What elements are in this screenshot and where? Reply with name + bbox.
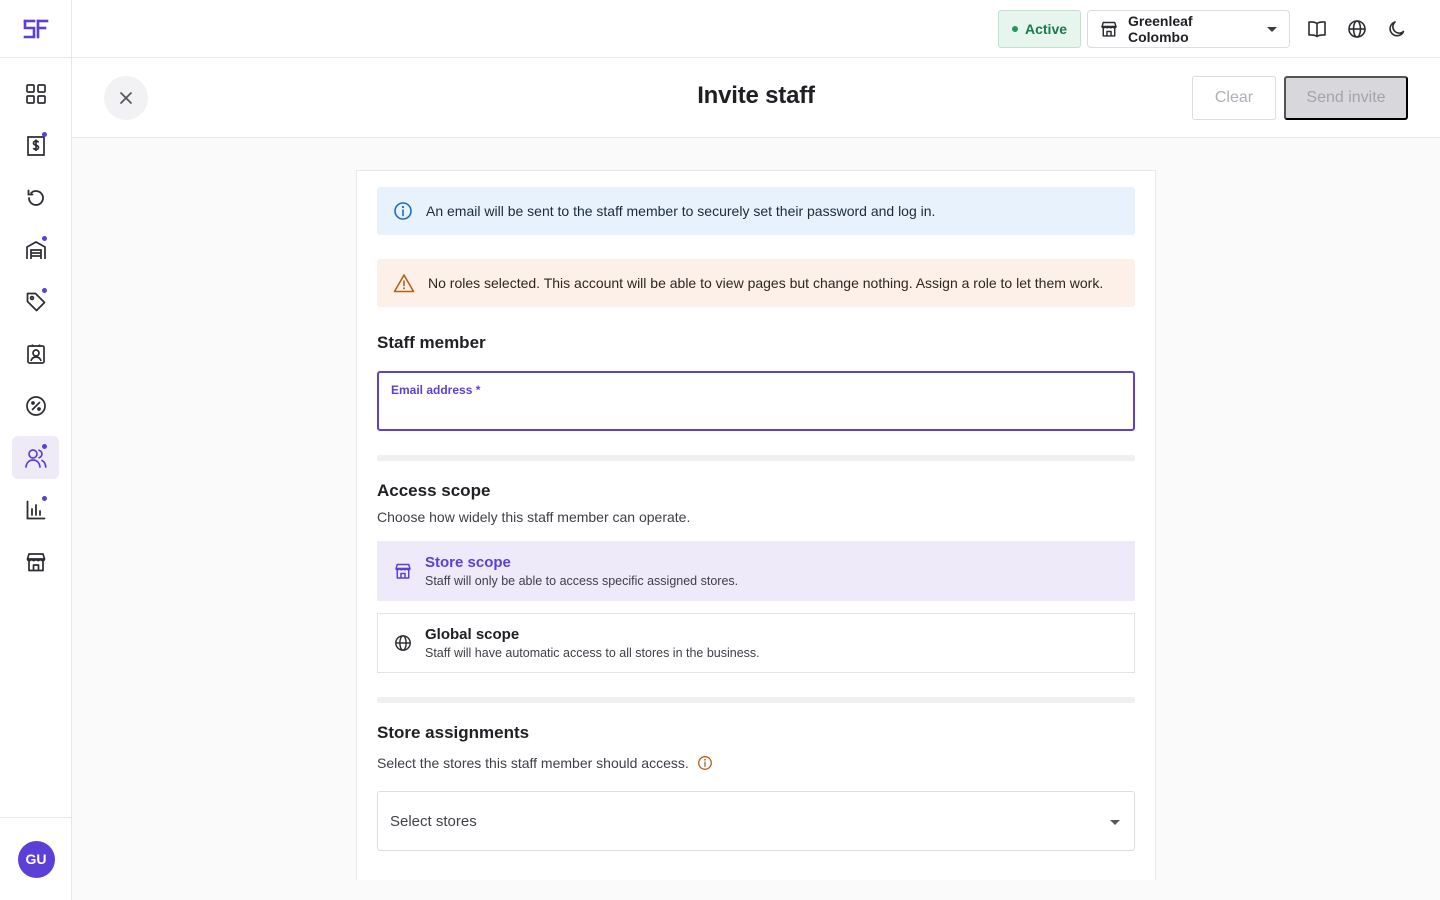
app-logo[interactable] xyxy=(0,0,72,58)
sidebar-item-history[interactable] xyxy=(12,176,59,219)
globe-icon xyxy=(1348,20,1366,38)
email-field-label: Email address * xyxy=(391,383,481,397)
warning-alert-text: No roles selected. This account will be … xyxy=(428,275,1104,291)
page-header: Invite staff Clear Send invite xyxy=(72,58,1440,138)
info-alert-text: An email will be sent to the staff membe… xyxy=(426,203,936,219)
top-bar: Active Greenleaf Colombo xyxy=(72,0,1440,58)
sidebar-item-inventory[interactable] xyxy=(12,228,59,271)
warning-icon xyxy=(393,274,415,293)
scope-option-description: Staff will only be able to access specif… xyxy=(425,574,739,588)
language-button[interactable] xyxy=(1345,17,1369,41)
section-divider xyxy=(377,697,1135,703)
store-switcher[interactable]: Greenleaf Colombo xyxy=(1087,10,1290,48)
notification-dot xyxy=(42,496,47,501)
send-invite-button[interactable]: Send invite xyxy=(1284,76,1408,120)
sidebar-footer: GU xyxy=(0,817,72,900)
chevron-down-icon xyxy=(1110,820,1120,825)
scope-option-description: Staff will have automatic access to all … xyxy=(425,646,760,660)
sidebar-item-products[interactable] xyxy=(12,280,59,323)
store-select-placeholder: Select stores xyxy=(390,812,477,830)
docs-button[interactable] xyxy=(1305,17,1329,41)
staff-icon xyxy=(24,448,47,468)
sidebar-item-staff[interactable] xyxy=(12,436,59,479)
store-assignments-heading: Store assignments xyxy=(377,723,530,742)
logo-icon xyxy=(23,19,49,38)
moon-icon xyxy=(1389,21,1405,37)
access-scope-subtitle: Choose how widely this staff member can … xyxy=(377,509,691,525)
scope-option-title: Global scope xyxy=(425,626,520,643)
store-select-dropdown[interactable]: Select stores xyxy=(377,791,1135,851)
reports-icon xyxy=(26,500,45,519)
store-switcher-label: Greenleaf Colombo xyxy=(1127,13,1193,45)
clear-button[interactable]: Clear xyxy=(1192,76,1276,120)
discount-icon xyxy=(25,395,46,416)
info-alert: An email will be sent to the staff membe… xyxy=(377,187,1135,235)
avatar[interactable]: GU xyxy=(17,840,55,878)
status-badge[interactable]: Active xyxy=(998,10,1082,48)
store-icon xyxy=(1101,21,1117,37)
scope-option-text: Store scope Staff will only be able to a… xyxy=(425,554,738,588)
status-dot xyxy=(1012,26,1018,32)
theme-toggle[interactable] xyxy=(1385,17,1409,41)
contact-icon xyxy=(26,344,45,364)
staff-member-heading: Staff member xyxy=(377,333,486,352)
notification-dot xyxy=(42,236,47,241)
chevron-down-icon xyxy=(1267,26,1277,32)
sidebar-item-reports[interactable] xyxy=(12,488,59,531)
sidebar-item-stores[interactable] xyxy=(12,540,59,583)
sidebar-item-customers[interactable] xyxy=(12,332,59,375)
section-divider xyxy=(377,455,1135,461)
tag-icon xyxy=(26,292,45,311)
status-label: Active xyxy=(1025,21,1068,37)
store-icon xyxy=(26,552,45,571)
sidebar: GU xyxy=(0,0,72,900)
access-scope-heading: Access scope xyxy=(377,481,491,500)
notification-dot xyxy=(42,132,47,137)
scope-option-store[interactable]: Store scope Staff will only be able to a… xyxy=(377,541,1135,601)
notification-dot xyxy=(42,444,47,449)
warning-alert: No roles selected. This account will be … xyxy=(377,259,1135,307)
notification-dot xyxy=(42,288,47,293)
sidebar-nav xyxy=(12,72,59,592)
store-assignments-subtitle-text: Select the stores this staff member shou… xyxy=(377,755,689,771)
history-icon xyxy=(27,189,44,206)
email-field[interactable]: Email address * xyxy=(377,371,1135,431)
dashboard-grid-icon xyxy=(25,83,46,104)
email-input[interactable] xyxy=(391,401,1111,423)
sidebar-item-sales[interactable] xyxy=(12,124,59,167)
info-icon[interactable] xyxy=(697,755,713,771)
store-assignments-subtitle: Select the stores this staff member shou… xyxy=(377,755,713,771)
sidebar-item-dashboard[interactable] xyxy=(12,72,59,115)
scope-option-title: Store scope xyxy=(425,554,511,571)
info-icon xyxy=(394,202,412,220)
invoice-dollar-icon xyxy=(26,135,45,156)
inventory-icon xyxy=(25,240,46,259)
scope-option-global[interactable]: Global scope Staff will have automatic a… xyxy=(377,613,1135,673)
invite-form-card: An email will be sent to the staff membe… xyxy=(356,170,1156,880)
scope-option-text: Global scope Staff will have automatic a… xyxy=(425,626,760,660)
book-icon xyxy=(1308,21,1326,38)
globe-icon xyxy=(395,635,411,651)
sidebar-item-discounts[interactable] xyxy=(12,384,59,427)
store-icon xyxy=(395,563,411,579)
